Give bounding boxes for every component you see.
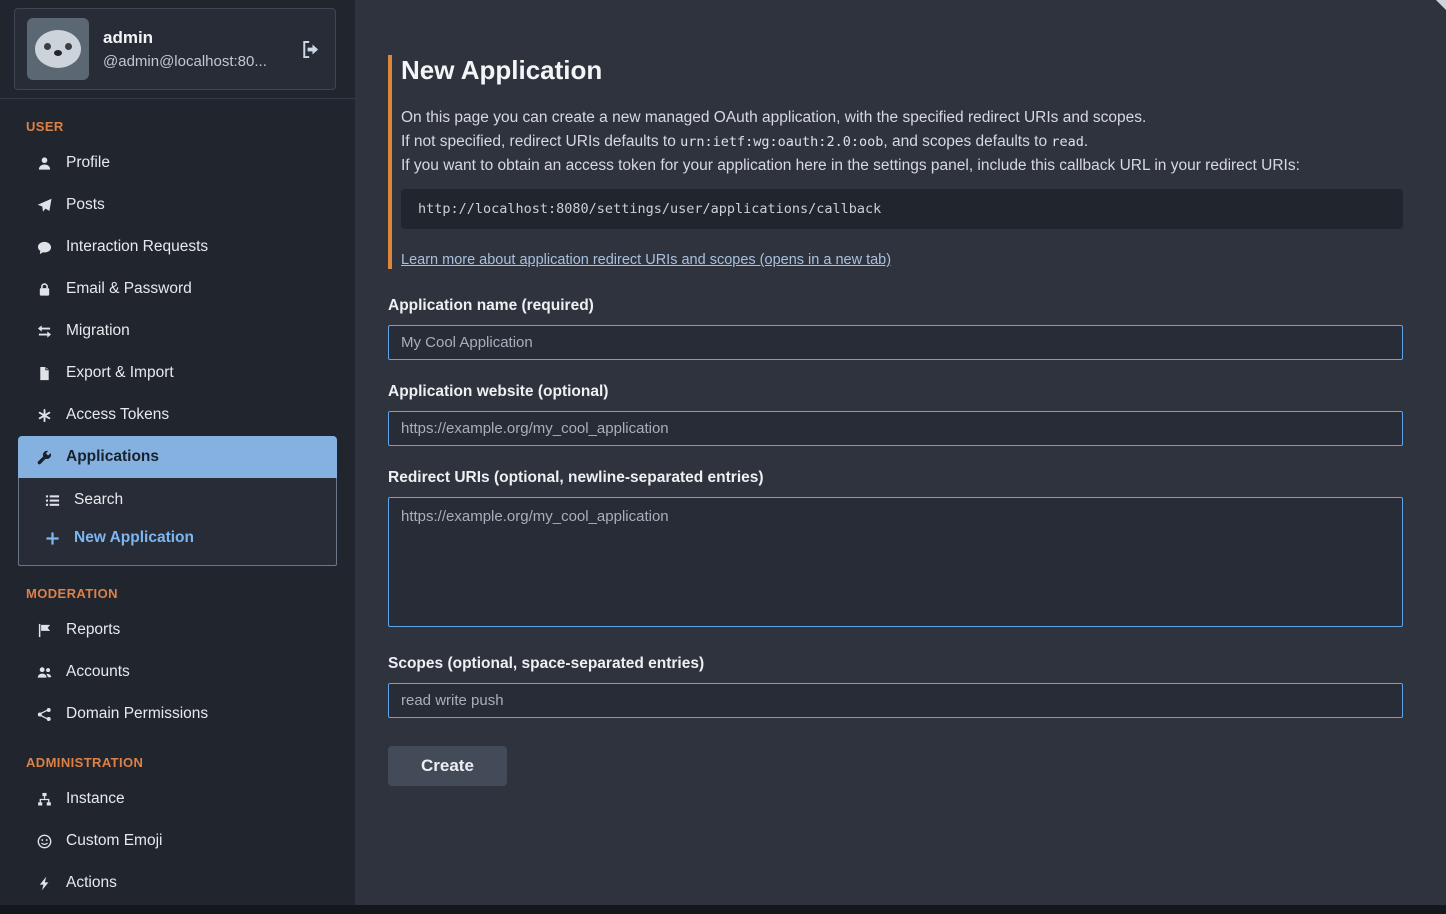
sidebar-item-label: Posts: [66, 196, 105, 214]
application-name-input[interactable]: [388, 325, 1403, 360]
sidebar-item-new-application[interactable]: New Application: [19, 519, 336, 557]
list-icon: [43, 493, 61, 508]
redirect-uris-label: Redirect URIs (optional, newline-separat…: [388, 469, 1403, 487]
horizontal-scrollbar[interactable]: [0, 905, 1446, 914]
intro-line-2: If not specified, redirect URIs defaults…: [401, 130, 1403, 154]
create-button[interactable]: Create: [388, 746, 507, 786]
avatar-face: [35, 30, 81, 68]
sidebar-item-label: New Application: [74, 529, 194, 547]
sidebar-item-label: Profile: [66, 154, 110, 172]
intro-text-segment: , and scopes defaults to: [883, 133, 1051, 150]
user-info: admin @admin@localhost:80...: [103, 28, 284, 70]
main-content: New Application On this page you can cre…: [355, 0, 1446, 914]
sidebar-item-access-tokens[interactable]: Access Tokens: [18, 394, 337, 436]
comment-icon: [35, 240, 53, 255]
sidebar-item-domain-permissions[interactable]: Domain Permissions: [18, 693, 337, 735]
applications-submenu: Search New Application: [18, 478, 337, 566]
user-card: admin @admin@localhost:80...: [14, 8, 336, 90]
sidebar-item-label: Actions: [66, 874, 117, 892]
sidebar: admin @admin@localhost:80... USER Profil…: [0, 0, 355, 914]
scopes-label: Scopes (optional, space-separated entrie…: [388, 655, 1403, 673]
user-card-wrap: admin @admin@localhost:80...: [0, 8, 355, 99]
sidebar-item-label: Accounts: [66, 663, 130, 681]
users-icon: [35, 665, 53, 680]
sidebar-item-label: Domain Permissions: [66, 705, 208, 723]
section-header-moderation: MODERATION: [26, 586, 355, 601]
intro-line-3: If you want to obtain an access token fo…: [401, 154, 1403, 178]
page-header-block: New Application On this page you can cre…: [388, 55, 1403, 269]
intro-line-1: On this page you can create a new manage…: [401, 106, 1403, 130]
plus-icon: [43, 531, 61, 546]
scopes-input[interactable]: [388, 683, 1403, 718]
intro-text-segment: .: [1084, 133, 1088, 150]
section-header-user: USER: [26, 119, 355, 134]
sidebar-item-label: Search: [74, 491, 123, 509]
sidebar-item-instance[interactable]: Instance: [18, 778, 337, 820]
wrench-icon: [35, 450, 53, 465]
sitemap-icon: [35, 792, 53, 807]
gear-icon: [35, 408, 53, 423]
transfer-arrows-icon: [35, 324, 53, 339]
scopes-field: Scopes (optional, space-separated entrie…: [388, 655, 1403, 718]
sidebar-item-label: Access Tokens: [66, 406, 169, 424]
application-website-label: Application website (optional): [388, 383, 1403, 401]
learn-more-link[interactable]: Learn more about application redirect UR…: [401, 252, 891, 268]
sidebar-item-actions[interactable]: Actions: [18, 862, 337, 904]
user-name: admin: [103, 28, 284, 48]
sidebar-nav: USER Profile Posts Interaction Requests …: [0, 119, 355, 904]
sidebar-item-label: Reports: [66, 621, 120, 639]
application-website-field: Application website (optional): [388, 383, 1403, 446]
callback-url-code-block: http://localhost:8080/settings/user/appl…: [401, 189, 1403, 229]
scrollbar-corner: [1436, 0, 1446, 10]
sidebar-item-interaction-requests[interactable]: Interaction Requests: [18, 226, 337, 268]
paper-plane-icon: [35, 198, 53, 213]
file-export-icon: [35, 366, 53, 381]
logout-button[interactable]: [298, 39, 323, 60]
sidebar-item-label: Instance: [66, 790, 125, 808]
sidebar-item-email-password[interactable]: Email & Password: [18, 268, 337, 310]
sidebar-item-profile[interactable]: Profile: [18, 142, 337, 184]
share-nodes-icon: [35, 707, 53, 722]
section-header-administration: ADMINISTRATION: [26, 755, 355, 770]
application-name-label: Application name (required): [388, 297, 1403, 315]
sidebar-item-posts[interactable]: Posts: [18, 184, 337, 226]
redirect-uris-field: Redirect URIs (optional, newline-separat…: [388, 469, 1403, 632]
sidebar-item-label: Migration: [66, 322, 130, 340]
application-name-field: Application name (required): [388, 297, 1403, 360]
user-icon: [35, 156, 53, 171]
sidebar-item-accounts[interactable]: Accounts: [18, 651, 337, 693]
inline-code-read: read: [1051, 134, 1084, 150]
inline-code-oob: urn:ietf:wg:oauth:2.0:oob: [680, 134, 883, 150]
page-title: New Application: [401, 55, 1403, 86]
sidebar-item-label: Interaction Requests: [66, 238, 208, 256]
user-handle: @admin@localhost:80...: [103, 53, 284, 70]
sidebar-item-reports[interactable]: Reports: [18, 609, 337, 651]
sidebar-item-label: Export & Import: [66, 364, 174, 382]
flag-icon: [35, 623, 53, 638]
sidebar-item-label: Applications: [66, 448, 159, 466]
lock-icon: [35, 282, 53, 297]
sidebar-item-applications-search[interactable]: Search: [19, 481, 336, 519]
redirect-uris-textarea[interactable]: [388, 497, 1403, 627]
bolt-icon: [35, 876, 53, 891]
sidebar-item-applications[interactable]: Applications: [18, 436, 337, 478]
sidebar-item-export-import[interactable]: Export & Import: [18, 352, 337, 394]
sidebar-item-custom-emoji[interactable]: Custom Emoji: [18, 820, 337, 862]
sidebar-item-label: Email & Password: [66, 280, 192, 298]
sidebar-item-migration[interactable]: Migration: [18, 310, 337, 352]
new-application-form: Application name (required) Application …: [388, 297, 1403, 786]
intro-text-segment: If not specified, redirect URIs defaults…: [401, 133, 680, 150]
avatar: [27, 18, 89, 80]
smiley-icon: [35, 834, 53, 849]
application-website-input[interactable]: [388, 411, 1403, 446]
sidebar-item-label: Custom Emoji: [66, 832, 162, 850]
logout-icon: [300, 39, 321, 60]
